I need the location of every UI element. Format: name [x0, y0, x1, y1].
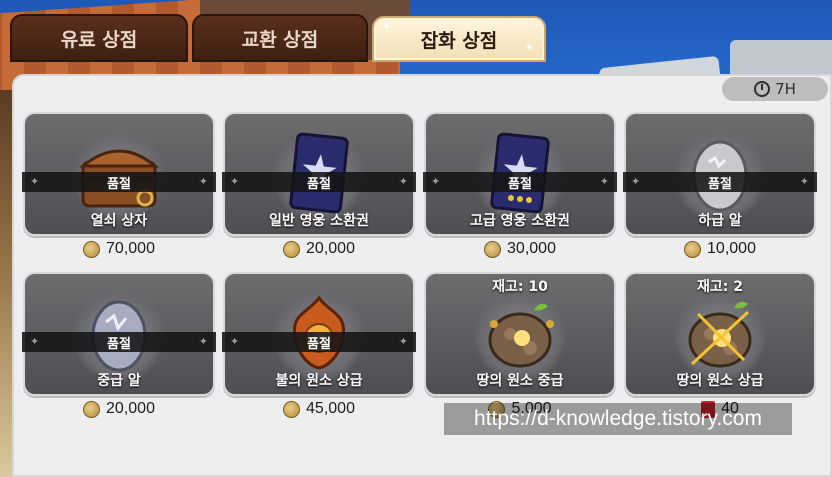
item-name: 땅의 원소 중급 [476, 373, 564, 389]
diamond-icon: ✦ [30, 175, 40, 188]
shop-item-card[interactable]: ✦ 품절 ✦ 불의 원소 상급 45,000 [222, 272, 416, 428]
stock-count: 재고: 2 [697, 279, 743, 295]
tab-label: 유료 상점 [60, 28, 138, 51]
earth-element-icon [488, 303, 554, 368]
diamond-icon: ✦ [398, 335, 408, 348]
shop-item-card[interactable]: ✦ 품절 ✦ 일반 영웅 소환권 20,000 [222, 112, 416, 268]
diamond-icon: ✦ [799, 175, 809, 188]
item-name: 일반 영웅 소환권 [269, 213, 369, 229]
sold-out-banner: ✦ 품절 ✦ [222, 332, 416, 352]
diamond-icon: ✦ [230, 175, 240, 188]
price-value: 70,000 [106, 240, 155, 257]
gold-coin-icon [83, 240, 101, 258]
item-price: 10,000 [624, 240, 816, 258]
price-value: 20,000 [306, 240, 355, 257]
diamond-icon: ✦ [631, 175, 641, 188]
tab-paid-shop[interactable]: 유료 상점 [10, 14, 188, 62]
gold-coin-icon [684, 240, 702, 258]
shop-item-card[interactable]: ✦ 품절 ✦ 하급 알 10,000 [623, 112, 817, 268]
gold-coin-icon [83, 400, 101, 418]
sold-out-label: 품절 [508, 176, 532, 192]
item-name: 중급 알 [97, 373, 141, 389]
earth-element-high-icon [688, 301, 752, 368]
refresh-timer: 7H [722, 77, 828, 101]
gold-coin-icon [283, 400, 301, 418]
gold-coin-icon [484, 240, 502, 258]
sold-out-banner: ✦ 품절 ✦ [423, 172, 617, 192]
watermark: https://d-knowledge.tistory.com [444, 403, 792, 435]
item-price: 20,000 [223, 240, 415, 258]
price-value: 20,000 [106, 400, 155, 417]
item-name: 열쇠 상자 [90, 213, 148, 229]
item-price: 70,000 [23, 240, 215, 258]
price-value: 45,000 [306, 400, 355, 417]
price-value: 30,000 [507, 240, 556, 257]
tab-label: 교환 상점 [241, 28, 319, 51]
diamond-icon: ✦ [230, 335, 240, 348]
item-name: 하급 알 [698, 213, 742, 229]
item-price: 30,000 [424, 240, 616, 258]
sparkle-icon: ✦ [382, 20, 392, 33]
sold-out-banner: ✦ 품절 ✦ [222, 172, 416, 192]
item-name: 고급 영웅 소환권 [470, 213, 570, 229]
sparkle-icon: ✦ [524, 41, 534, 54]
stopwatch-icon [754, 81, 771, 97]
tab-label: 잡화 상점 [420, 29, 498, 52]
sold-out-label: 품절 [708, 176, 732, 192]
timer-label: 7H [775, 80, 796, 98]
stock-count: 재고: 10 [492, 279, 548, 295]
diamond-icon: ✦ [198, 335, 208, 348]
diamond-icon: ✦ [599, 175, 609, 188]
sold-out-label: 품절 [107, 336, 131, 352]
sold-out-label: 품절 [107, 176, 131, 192]
sold-out-label: 품절 [307, 176, 331, 192]
sold-out-banner: ✦ 품절 ✦ [22, 172, 216, 192]
shop-item-card[interactable]: ✦ 품절 ✦ 중급 알 20,000 [22, 272, 216, 428]
diamond-icon: ✦ [398, 175, 408, 188]
shop-item-card[interactable]: ✦ 품절 ✦ 고급 영웅 소환권 30,000 [423, 112, 617, 268]
shop-item-card[interactable]: ✦ 품절 ✦ 열쇠 상자 70,000 [22, 112, 216, 268]
item-name: 땅의 원소 상급 [676, 373, 764, 389]
tab-exchange-shop[interactable]: 교환 상점 [192, 14, 368, 62]
diamond-icon: ✦ [431, 175, 441, 188]
gold-coin-icon [283, 240, 301, 258]
sold-out-banner: ✦ 품절 ✦ [623, 172, 817, 192]
diamond-icon: ✦ [198, 175, 208, 188]
sold-out-banner: ✦ 품절 ✦ [22, 332, 216, 352]
diamond-icon: ✦ [30, 335, 40, 348]
tab-general-shop[interactable]: ✦ ✦ 잡화 상점 [372, 16, 546, 62]
price-value: 10,000 [707, 240, 756, 257]
sold-out-label: 품절 [307, 336, 331, 352]
item-name: 불의 원소 상급 [275, 373, 363, 389]
item-price: 45,000 [223, 400, 415, 418]
item-price: 20,000 [23, 400, 215, 418]
